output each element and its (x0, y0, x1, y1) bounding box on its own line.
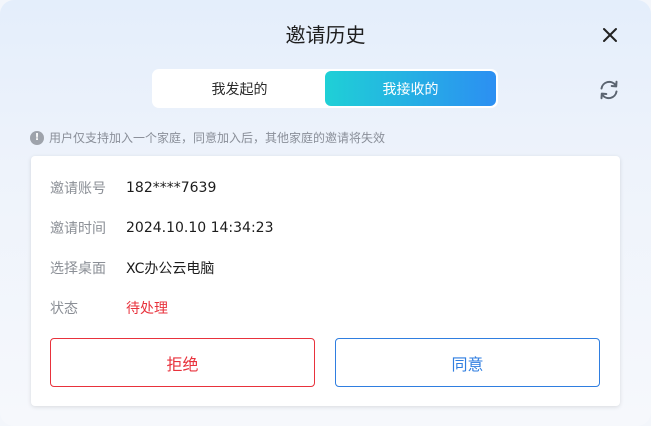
invite-account-value: 182****7639 (126, 180, 217, 196)
accept-button[interactable]: 同意 (335, 338, 600, 387)
refresh-icon (600, 80, 618, 100)
invite-time-value: 2024.10.10 14:34:23 (126, 220, 274, 236)
status-badge: 待处理 (126, 301, 168, 317)
row-status: 状态 待处理 (50, 298, 168, 318)
invite-history-dialog: 邀请历史 我发起的 我接收的 ! 用户仅支持加入一个家庭，同意加入后，其他家庭的… (0, 0, 651, 426)
close-icon (603, 28, 617, 42)
info-icon: ! (30, 130, 44, 145)
desktop-value: XC办公云电脑 (126, 261, 215, 277)
dialog-title: 邀请历史 (285, 23, 366, 47)
tab-received[interactable]: 我接收的 (325, 71, 496, 106)
notice-text: 用户仅支持加入一个家庭，同意加入后，其他家庭的邀请将失效 (49, 131, 386, 145)
tab-sent[interactable]: 我发起的 (154, 71, 325, 106)
row-desktop: 选择桌面 XC办公云电脑 (50, 258, 214, 278)
close-button[interactable] (599, 24, 621, 46)
field-label: 邀请时间 (50, 221, 106, 237)
invite-tabs: 我发起的 我接收的 (152, 69, 498, 108)
join-notice: ! 用户仅支持加入一个家庭，同意加入后，其他家庭的邀请将失效 (30, 129, 385, 146)
field-label: 选择桌面 (50, 261, 106, 277)
invitation-card: 邀请账号 182****7639 邀请时间 2024.10.10 14:34:2… (31, 156, 620, 406)
field-label: 邀请账号 (50, 181, 106, 197)
refresh-button[interactable] (597, 78, 621, 102)
reject-button[interactable]: 拒绝 (50, 338, 315, 387)
row-invite-account: 邀请账号 182****7639 (50, 178, 216, 198)
row-invite-time: 邀请时间 2024.10.10 14:34:23 (50, 218, 274, 238)
field-label: 状态 (50, 301, 78, 317)
